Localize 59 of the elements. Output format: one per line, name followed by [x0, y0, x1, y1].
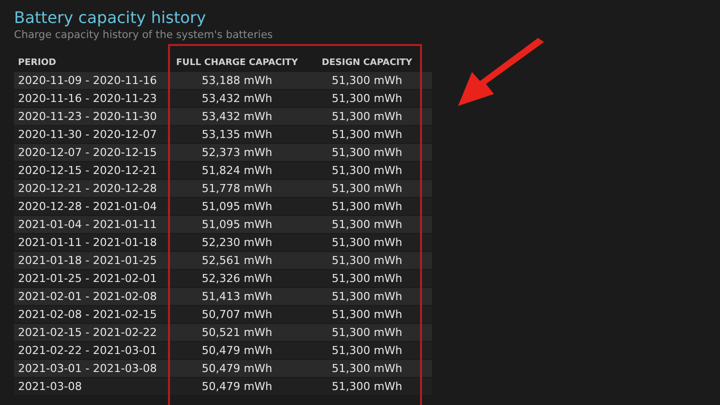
table-cell: 52,373 mWh — [172, 144, 302, 161]
table-cell: 51,300 mWh — [302, 378, 432, 395]
table-cell: 2021-01-25 - 2021-02-01 — [14, 270, 172, 287]
table-cell: 51,300 mWh — [302, 270, 432, 287]
table-cell: 51,300 mWh — [302, 252, 432, 269]
table-cell: 2020-11-23 - 2020-11-30 — [14, 108, 172, 125]
table-cell: 51,095 mWh — [172, 198, 302, 215]
table-cell: 50,479 mWh — [172, 360, 302, 377]
table-cell: 51,300 mWh — [302, 234, 432, 251]
table-cell: 53,432 mWh — [172, 108, 302, 125]
table-cell: 2021-01-04 - 2021-01-11 — [14, 216, 172, 233]
table-cell: 2021-01-18 - 2021-01-25 — [14, 252, 172, 269]
table-cell: 51,300 mWh — [302, 162, 432, 179]
table-cell: 51,300 mWh — [302, 288, 432, 305]
table-cell: 2021-02-15 - 2021-02-22 — [14, 324, 172, 341]
table-cell: 50,479 mWh — [172, 378, 302, 395]
table-cell: 53,135 mWh — [172, 126, 302, 143]
table-cell: 2020-11-09 - 2020-11-16 — [14, 72, 172, 89]
table-cell: 51,824 mWh — [172, 162, 302, 179]
table-cell: 50,707 mWh — [172, 306, 302, 323]
table-cell: 53,188 mWh — [172, 72, 302, 89]
table-cell: 52,561 mWh — [172, 252, 302, 269]
table-cell: 51,413 mWh — [172, 288, 302, 305]
table-cell: 51,300 mWh — [302, 342, 432, 359]
table-cell: 2021-02-22 - 2021-03-01 — [14, 342, 172, 359]
table-cell: 2020-12-28 - 2021-01-04 — [14, 198, 172, 215]
table-cell: 2020-12-07 - 2020-12-15 — [14, 144, 172, 161]
table-cell: 51,300 mWh — [302, 72, 432, 89]
report-title: Battery capacity history — [14, 8, 207, 28]
table-cell: 51,300 mWh — [302, 126, 432, 143]
table-cell: 2021-02-08 - 2021-02-15 — [14, 306, 172, 323]
table-cell: 51,778 mWh — [172, 180, 302, 197]
table-cell: 2020-11-16 - 2020-11-23 — [14, 90, 172, 107]
table-cell: 2020-12-21 - 2020-12-28 — [14, 180, 172, 197]
table-cell: 2020-12-15 - 2020-12-21 — [14, 162, 172, 179]
table-cell: 2021-01-11 - 2021-01-18 — [14, 234, 172, 251]
table-cell: 51,300 mWh — [302, 90, 432, 107]
table-cell: 53,432 mWh — [172, 90, 302, 107]
table-cell: 51,095 mWh — [172, 216, 302, 233]
table-cell: 2021-02-01 - 2021-02-08 — [14, 288, 172, 305]
table-cell: 51,300 mWh — [302, 144, 432, 161]
table-cell: 51,300 mWh — [302, 108, 432, 125]
table-cell: 2020-11-30 - 2020-12-07 — [14, 126, 172, 143]
table-cell: 50,521 mWh — [172, 324, 302, 341]
table-cell: 51,300 mWh — [302, 216, 432, 233]
table-cell: 2021-03-01 - 2021-03-08 — [14, 360, 172, 377]
table-cell: 51,300 mWh — [302, 306, 432, 323]
table-cell: 50,479 mWh — [172, 342, 302, 359]
table-cell: 2021-03-08 — [14, 378, 172, 395]
table-cell: 51,300 mWh — [302, 360, 432, 377]
table-cell: 52,230 mWh — [172, 234, 302, 251]
table-cell: 51,300 mWh — [302, 324, 432, 341]
column-header: FULL CHARGE CAPACITY — [175, 57, 299, 70]
column-header: PERIOD — [17, 57, 58, 70]
table-cell: 51,300 mWh — [302, 198, 432, 215]
table-cell: 51,300 mWh — [302, 180, 432, 197]
table-cell: 52,326 mWh — [172, 270, 302, 287]
column-header: DESIGN CAPACITY — [320, 57, 414, 70]
report-subtitle: Charge capacity history of the system's batteries — [14, 28, 274, 42]
